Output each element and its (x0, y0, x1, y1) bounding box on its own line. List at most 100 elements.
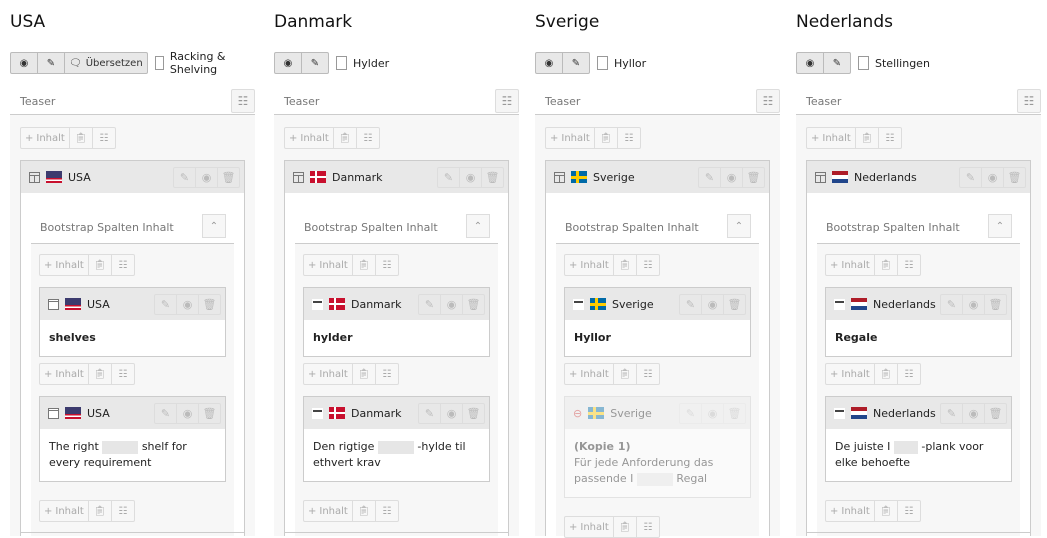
element-text-block[interactable]: The right shelf for every requirement (40, 429, 225, 481)
edit-button[interactable]: ✎ (680, 295, 702, 314)
add-content-button[interactable]: + Inhalt (285, 128, 334, 148)
paste-reference-button[interactable]: ☷ (112, 501, 134, 521)
paste-reference-button[interactable]: ☷ (898, 255, 920, 275)
collapse-button[interactable]: ⌃ (988, 214, 1012, 238)
element-text[interactable]: Hyllor (565, 320, 750, 356)
edit-button[interactable]: ✎ (941, 295, 963, 314)
delete-button[interactable]: 🗑︎ (218, 168, 239, 187)
paste-reference-button[interactable]: ☷ (376, 255, 398, 275)
element-text-block[interactable]: De juiste I -plank voor elke behoefte (826, 429, 1011, 481)
view-button[interactable]: ◉ (797, 53, 824, 73)
edit-button[interactable]: ✎ (155, 404, 177, 423)
translate-button[interactable]: 🗨︎ Übersetzen (65, 53, 147, 73)
add-content-button[interactable]: + Inhalt (304, 255, 353, 275)
paste-button[interactable]: 📋︎ (614, 517, 637, 537)
page-title[interactable]: Hyllor (614, 57, 646, 70)
paste-reference-button[interactable]: ☷ (898, 501, 920, 521)
view-button[interactable]: ◉ (536, 53, 563, 73)
add-content-button[interactable]: + Inhalt (304, 364, 353, 384)
toggle-visibility-button[interactable]: ◉ (441, 404, 463, 423)
paste-reference-button[interactable]: ☷ (879, 128, 901, 148)
add-content-button[interactable]: + Inhalt (565, 364, 614, 384)
delete-button[interactable]: 🗑︎ (482, 168, 503, 187)
add-content-button[interactable]: + Inhalt (826, 501, 875, 521)
add-content-button[interactable]: + Inhalt (21, 128, 70, 148)
paste-reference-button[interactable]: ☷ (376, 501, 398, 521)
paste-reference-button[interactable]: ☷ (898, 364, 920, 384)
edit-button[interactable]: ✎ (680, 404, 702, 423)
page-title[interactable]: Racking & Shelving (170, 50, 255, 76)
edit-button[interactable]: ✎ (941, 404, 963, 423)
edit-column-button[interactable]: ☷ (231, 89, 255, 113)
add-content-button[interactable]: + Inhalt (304, 501, 353, 521)
delete-button[interactable]: 🗑︎ (724, 404, 745, 423)
edit-column-button[interactable]: ☷ (756, 89, 780, 113)
toggle-visibility-button[interactable]: ◉ (196, 168, 218, 187)
view-button[interactable]: ◉ (11, 53, 38, 73)
paste-button[interactable]: 📋︎ (595, 128, 618, 148)
paste-reference-button[interactable]: ☷ (637, 255, 659, 275)
paste-reference-button[interactable]: ☷ (637, 364, 659, 384)
page-title[interactable]: Stellingen (875, 57, 930, 70)
toggle-visibility-button[interactable]: ◉ (702, 404, 724, 423)
paste-button[interactable]: 📋︎ (89, 501, 112, 521)
delete-button[interactable]: 🗑︎ (1004, 168, 1025, 187)
edit-column-button[interactable]: ☷ (1017, 89, 1041, 113)
paste-reference-button[interactable]: ☷ (112, 255, 134, 275)
paste-reference-button[interactable]: ☷ (376, 364, 398, 384)
add-content-button[interactable]: + Inhalt (40, 255, 89, 275)
add-content-button[interactable]: + Inhalt (40, 501, 89, 521)
paste-reference-button[interactable]: ☷ (112, 364, 134, 384)
add-content-button[interactable]: + Inhalt (546, 128, 595, 148)
edit-button[interactable]: ✎ (174, 168, 196, 187)
paste-reference-button[interactable]: ☷ (357, 128, 379, 148)
paste-button[interactable]: 📋︎ (353, 501, 376, 521)
edit-button[interactable]: ✎ (155, 295, 177, 314)
element-text[interactable]: hylder (304, 320, 489, 356)
edit-page-button[interactable]: ✎ (563, 53, 589, 73)
page-title[interactable]: Hylder (353, 57, 389, 70)
edit-button[interactable]: ✎ (699, 168, 721, 187)
collapse-button[interactable]: ⌃ (466, 214, 490, 238)
add-content-button[interactable]: + Inhalt (565, 255, 614, 275)
paste-button[interactable]: 📋︎ (353, 255, 376, 275)
delete-button[interactable]: 🗑︎ (724, 295, 745, 314)
edit-page-button[interactable]: ✎ (38, 53, 65, 73)
toggle-visibility-button[interactable]: ◉ (177, 404, 199, 423)
element-text-block[interactable]: (Kopie 1) Für jede Anforderung das passe… (565, 429, 750, 497)
toggle-visibility-button[interactable]: ◉ (721, 168, 743, 187)
delete-button[interactable]: 🗑︎ (985, 404, 1006, 423)
delete-button[interactable]: 🗑︎ (463, 404, 484, 423)
delete-button[interactable]: 🗑︎ (463, 295, 484, 314)
edit-column-button[interactable]: ☷ (495, 89, 519, 113)
edit-button[interactable]: ✎ (438, 168, 460, 187)
paste-button[interactable]: 📋︎ (334, 128, 357, 148)
paste-button[interactable]: 📋︎ (856, 128, 879, 148)
add-content-button[interactable]: + Inhalt (826, 255, 875, 275)
toggle-visibility-button[interactable]: ◉ (441, 295, 463, 314)
paste-reference-button[interactable]: ☷ (637, 517, 659, 537)
paste-button[interactable]: 📋︎ (614, 364, 637, 384)
collapse-button[interactable]: ⌃ (202, 214, 226, 238)
add-content-button[interactable]: + Inhalt (807, 128, 856, 148)
paste-button[interactable]: 📋︎ (614, 255, 637, 275)
element-text[interactable]: shelves (40, 320, 225, 356)
add-content-button[interactable]: + Inhalt (826, 364, 875, 384)
paste-button[interactable]: 📋︎ (70, 128, 93, 148)
paste-button[interactable]: 📋︎ (353, 364, 376, 384)
collapse-button[interactable]: ⌃ (727, 214, 751, 238)
edit-button[interactable]: ✎ (419, 295, 441, 314)
delete-button[interactable]: 🗑︎ (199, 404, 220, 423)
paste-button[interactable]: 📋︎ (89, 255, 112, 275)
paste-reference-button[interactable]: ☷ (93, 128, 115, 148)
toggle-visibility-button[interactable]: ◉ (982, 168, 1004, 187)
delete-button[interactable]: 🗑︎ (985, 295, 1006, 314)
element-text-block[interactable]: Den rigtige -hylde til ethvert krav (304, 429, 489, 481)
toggle-visibility-button[interactable]: ◉ (963, 295, 985, 314)
view-button[interactable]: ◉ (275, 53, 302, 73)
element-text[interactable]: Regale (826, 320, 1011, 356)
edit-page-button[interactable]: ✎ (302, 53, 328, 73)
add-content-button[interactable]: + Inhalt (565, 517, 614, 537)
paste-button[interactable]: 📋︎ (89, 364, 112, 384)
edit-button[interactable]: ✎ (419, 404, 441, 423)
